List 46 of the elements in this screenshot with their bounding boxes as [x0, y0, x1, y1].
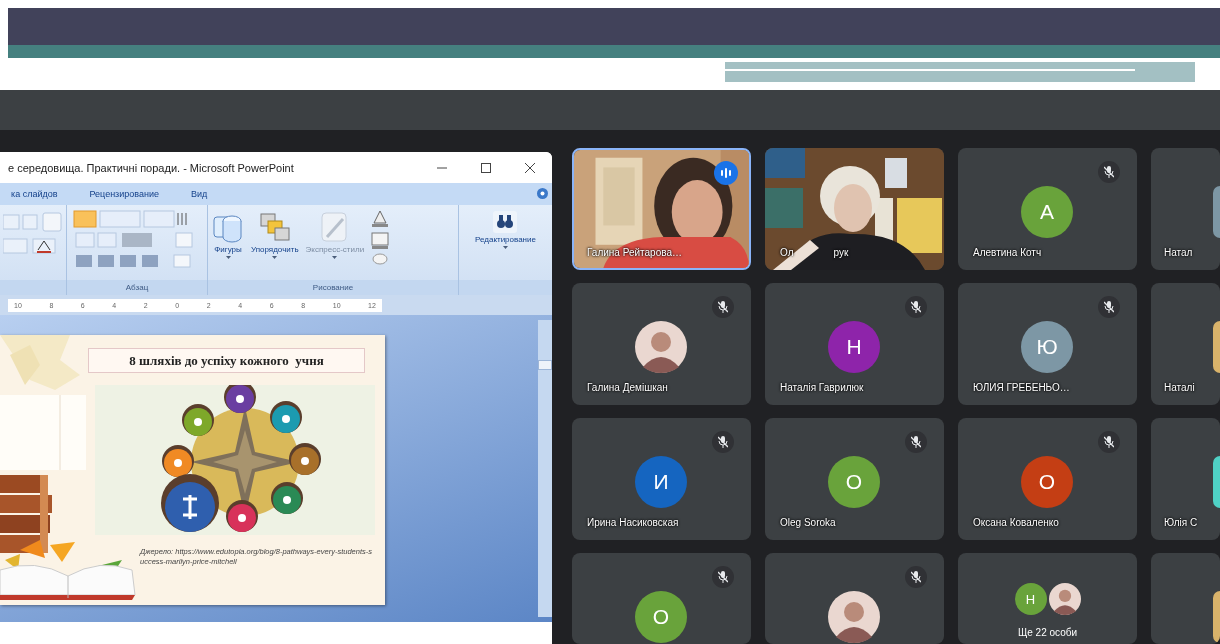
initial-avatar: О — [1021, 456, 1073, 508]
initial-avatar: О — [635, 591, 687, 643]
initial-avatar: О — [828, 456, 880, 508]
close-icon[interactable] — [525, 162, 535, 173]
vertical-scrollbar[interactable] — [538, 320, 552, 617]
participant-name: Ирина Насиковская — [587, 517, 679, 528]
maximize-icon[interactable] — [481, 162, 491, 173]
participant-name: Наталія Гаврилюк — [780, 382, 864, 393]
avatar-icon — [1213, 321, 1220, 373]
avatar-icon — [635, 321, 687, 373]
ribbon-tab[interactable]: ка слайдов — [8, 187, 61, 201]
group-label: Рисование — [312, 283, 354, 292]
participant-name: рук — [833, 247, 849, 258]
initial-avatar: Ю — [1021, 321, 1073, 373]
participant-name: Алевтина Котч — [973, 247, 1042, 258]
more-participants-label[interactable]: Ще 22 особи — [958, 627, 1137, 638]
initial-avatar: Н — [828, 321, 880, 373]
participant-name: Ол — [780, 247, 794, 258]
avatar-icon — [1213, 591, 1220, 643]
participant-name: ЮЛИЯ ГРЕБЕНЬО… — [973, 382, 1070, 393]
participant-name: Наталі — [1164, 382, 1195, 393]
caret-icon — [503, 246, 508, 249]
arrange-icon — [258, 211, 291, 243]
help-icon[interactable] — [537, 188, 548, 199]
caret-icon — [225, 256, 231, 259]
ribbon-tab[interactable]: Вид — [187, 187, 211, 201]
participant-name: Юлія С — [1164, 517, 1198, 528]
initial-avatar: Н — [1014, 583, 1047, 615]
ribbon-button[interactable]: Фигуры — [211, 209, 245, 261]
participant-name: Галина Демішкан — [587, 382, 668, 393]
ribbon-button[interactable]: Упорядочить — [250, 209, 300, 261]
initial-avatar: И — [635, 456, 687, 508]
participant-name: Натал — [1164, 247, 1193, 258]
window-title: е середовища. Практичні поради. - Microsoft PowerPoint — [8, 161, 295, 174]
avatar-icon — [828, 591, 880, 643]
caret-icon — [272, 256, 278, 259]
binoculars-icon — [493, 211, 518, 233]
group-label: Абзац — [125, 283, 149, 292]
participant-name: Оксана Коваленко — [973, 517, 1059, 528]
initial-avatar: А — [1021, 186, 1073, 238]
participant-name: Oleg Soroka — [780, 517, 836, 528]
caret-icon — [332, 256, 338, 259]
ribbon-button[interactable]: Редактирование — [474, 209, 537, 251]
slide-title: 8 шляхів до успіху кожного учня — [88, 348, 365, 373]
avatar-icon — [1048, 583, 1081, 615]
ribbon-tab[interactable]: Рецензирование — [86, 187, 162, 201]
